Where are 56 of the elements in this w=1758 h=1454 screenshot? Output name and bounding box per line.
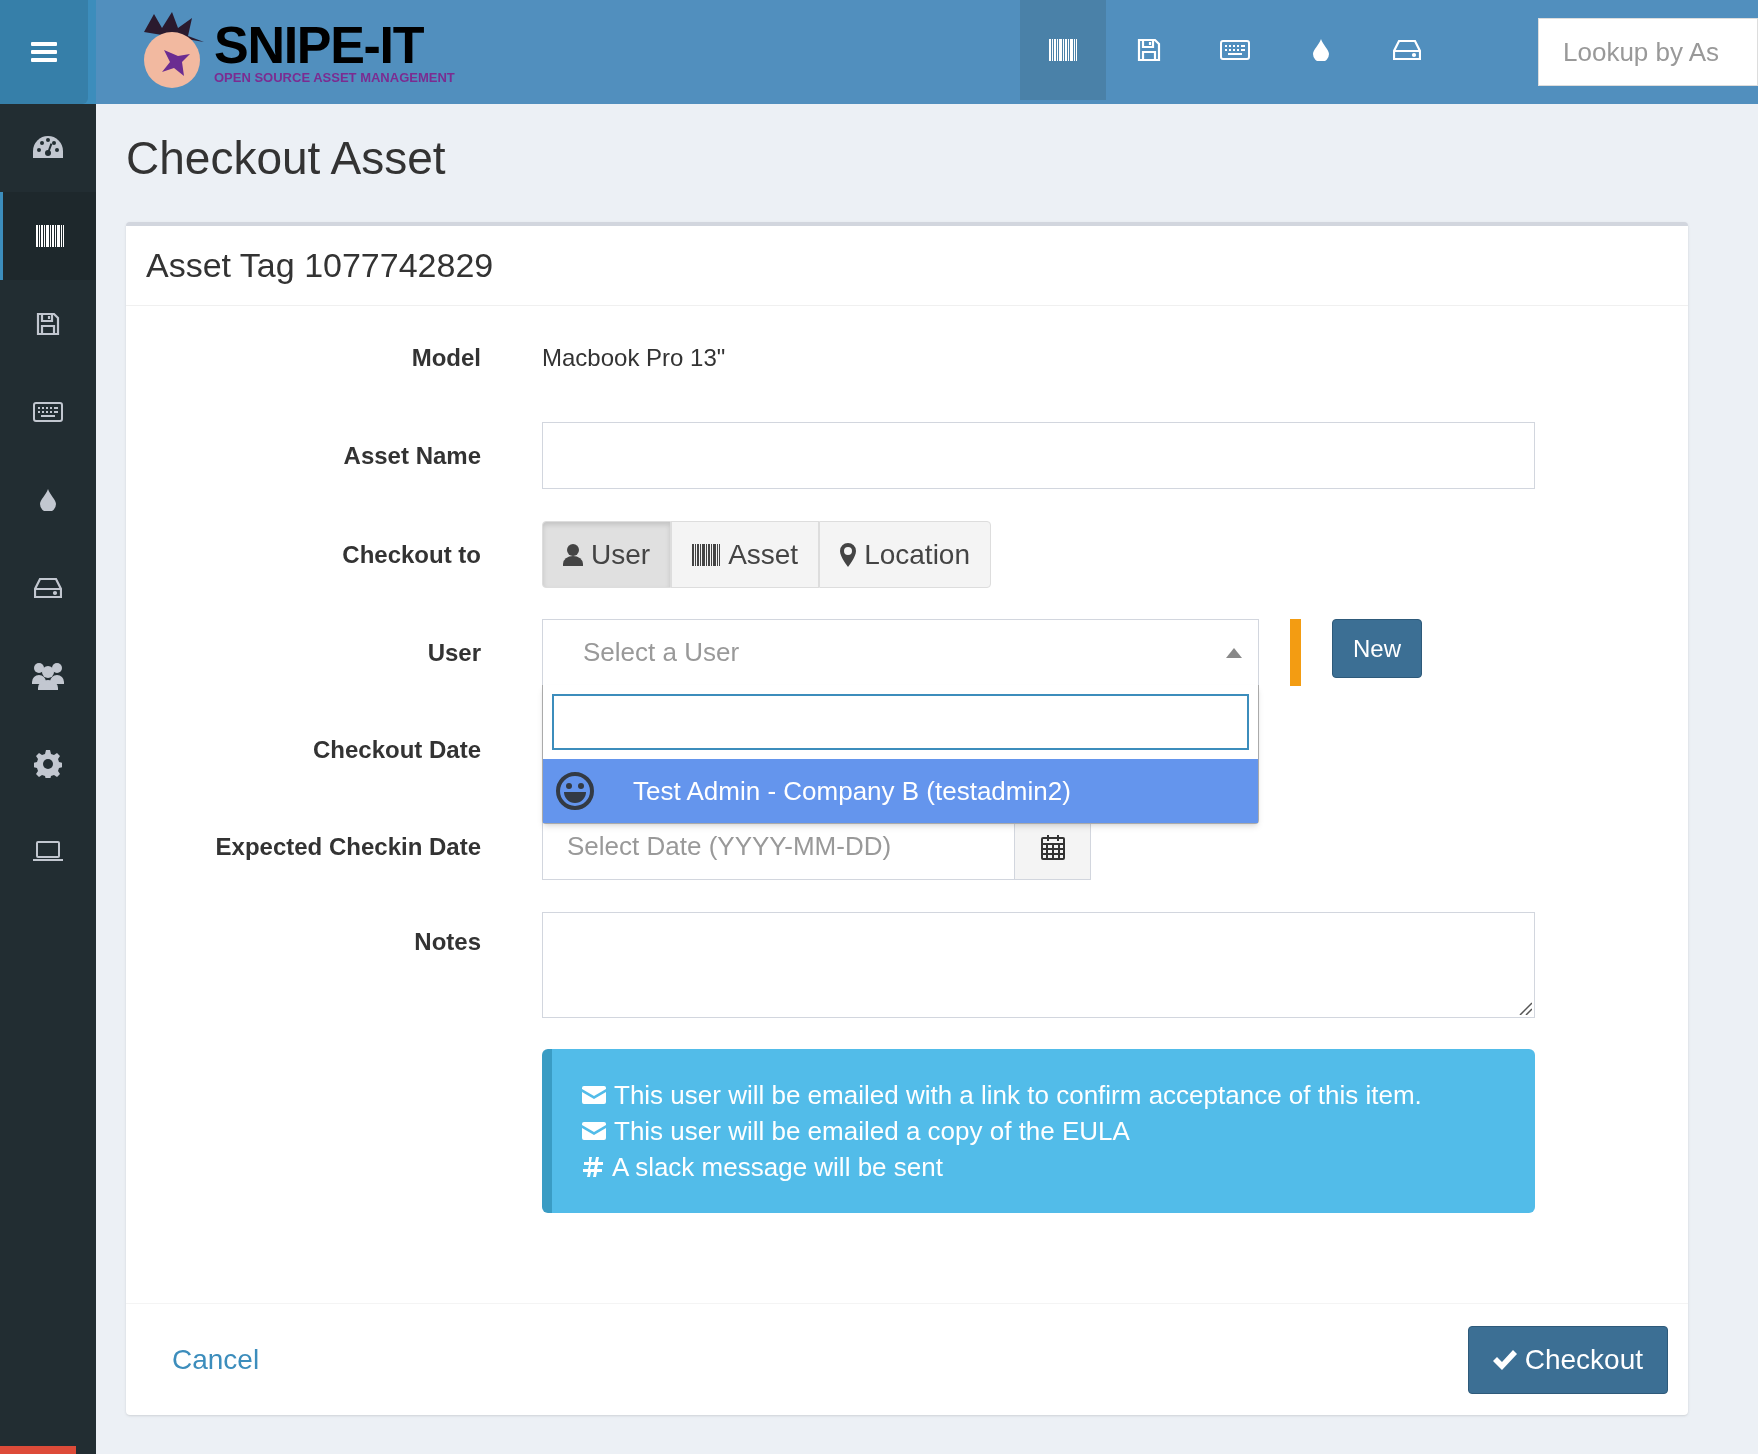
model-value: Macbook Pro 13": [542, 343, 726, 373]
card-title: Asset Tag 1077742829: [146, 245, 494, 286]
menu-button[interactable]: [0, 0, 88, 104]
keyboard-icon: [33, 402, 63, 422]
notes-field[interactable]: [542, 912, 1535, 1018]
lookup-input[interactable]: Lookup by As: [1563, 32, 1733, 72]
field-label: Notes: [414, 927, 481, 957]
new-button[interactable]: New: [1332, 619, 1422, 678]
lookup-field[interactable]: Lookup by As: [1538, 18, 1758, 86]
field-label: Asset Name: [343, 440, 481, 471]
gauge-icon: [33, 136, 63, 160]
settings-icon: [34, 750, 62, 778]
envelope-icon: [582, 1122, 606, 1140]
checkmark-icon: [1492, 1349, 1517, 1370]
checkout-to-tab[interactable]: Location: [819, 521, 992, 588]
field-label: Checkout to: [342, 539, 481, 570]
page-title: Checkout Asset: [126, 131, 447, 186]
person-icon: [563, 543, 583, 566]
logo-subtitle: OPEN SOURCE ASSET MANAGEMENT: [214, 71, 455, 85]
droplet-icon: [1313, 39, 1329, 61]
nav-button[interactable]: [1020, 0, 1106, 100]
checkout-button[interactable]: Checkout: [1467, 1325, 1668, 1394]
users-icon: [32, 662, 64, 690]
barcode-icon: [1049, 39, 1077, 61]
hard-drive-icon: [1393, 39, 1421, 61]
map-pin-icon: [840, 542, 857, 567]
asset-name-field[interactable]: [542, 422, 1535, 489]
user-select[interactable]: Select a User: [542, 619, 1259, 686]
envelope-icon: [582, 1086, 606, 1104]
barcode-icon: [35, 225, 64, 247]
dropdown-search-field[interactable]: [552, 694, 1249, 750]
field-label: User: [427, 637, 481, 668]
keyboard-icon: [1220, 40, 1250, 60]
hard-drive-icon: [34, 577, 62, 599]
sidebar-item[interactable]: [0, 192, 96, 280]
droplet-icon: [40, 489, 56, 511]
dropdown-option[interactable]: Test Admin - Company B (testadmin2): [543, 759, 1258, 823]
smiley-avatar-icon: [555, 771, 595, 811]
logo-title: SNIPE-IT: [214, 19, 424, 71]
caret-icon: [1226, 647, 1242, 658]
alert-text: This user will be emailed with a link to confirm acceptance of this item.: [614, 1079, 1422, 1111]
calendar-icon: [1040, 833, 1065, 860]
cancel-link[interactable]: Cancel: [172, 1338, 260, 1381]
required-indicator: [1290, 619, 1301, 686]
field-label: Checkout Date: [312, 734, 481, 765]
checkout-to-tab[interactable]: User: [542, 521, 672, 588]
field-label: Model: [411, 343, 481, 373]
laptop-icon: [32, 841, 64, 863]
alert-text: A slack message will be sent: [612, 1151, 943, 1183]
menu-icon: [31, 41, 57, 63]
barcode-icon: [692, 543, 721, 566]
field-label: Expected Checkin Date: [215, 831, 481, 862]
resize-handle-icon: [1518, 1001, 1532, 1015]
hashtag-icon: [582, 1156, 604, 1178]
checkout-to-tab[interactable]: Asset: [671, 521, 820, 588]
alert-text: This user will be emailed a copy of the EULA: [614, 1115, 1130, 1147]
